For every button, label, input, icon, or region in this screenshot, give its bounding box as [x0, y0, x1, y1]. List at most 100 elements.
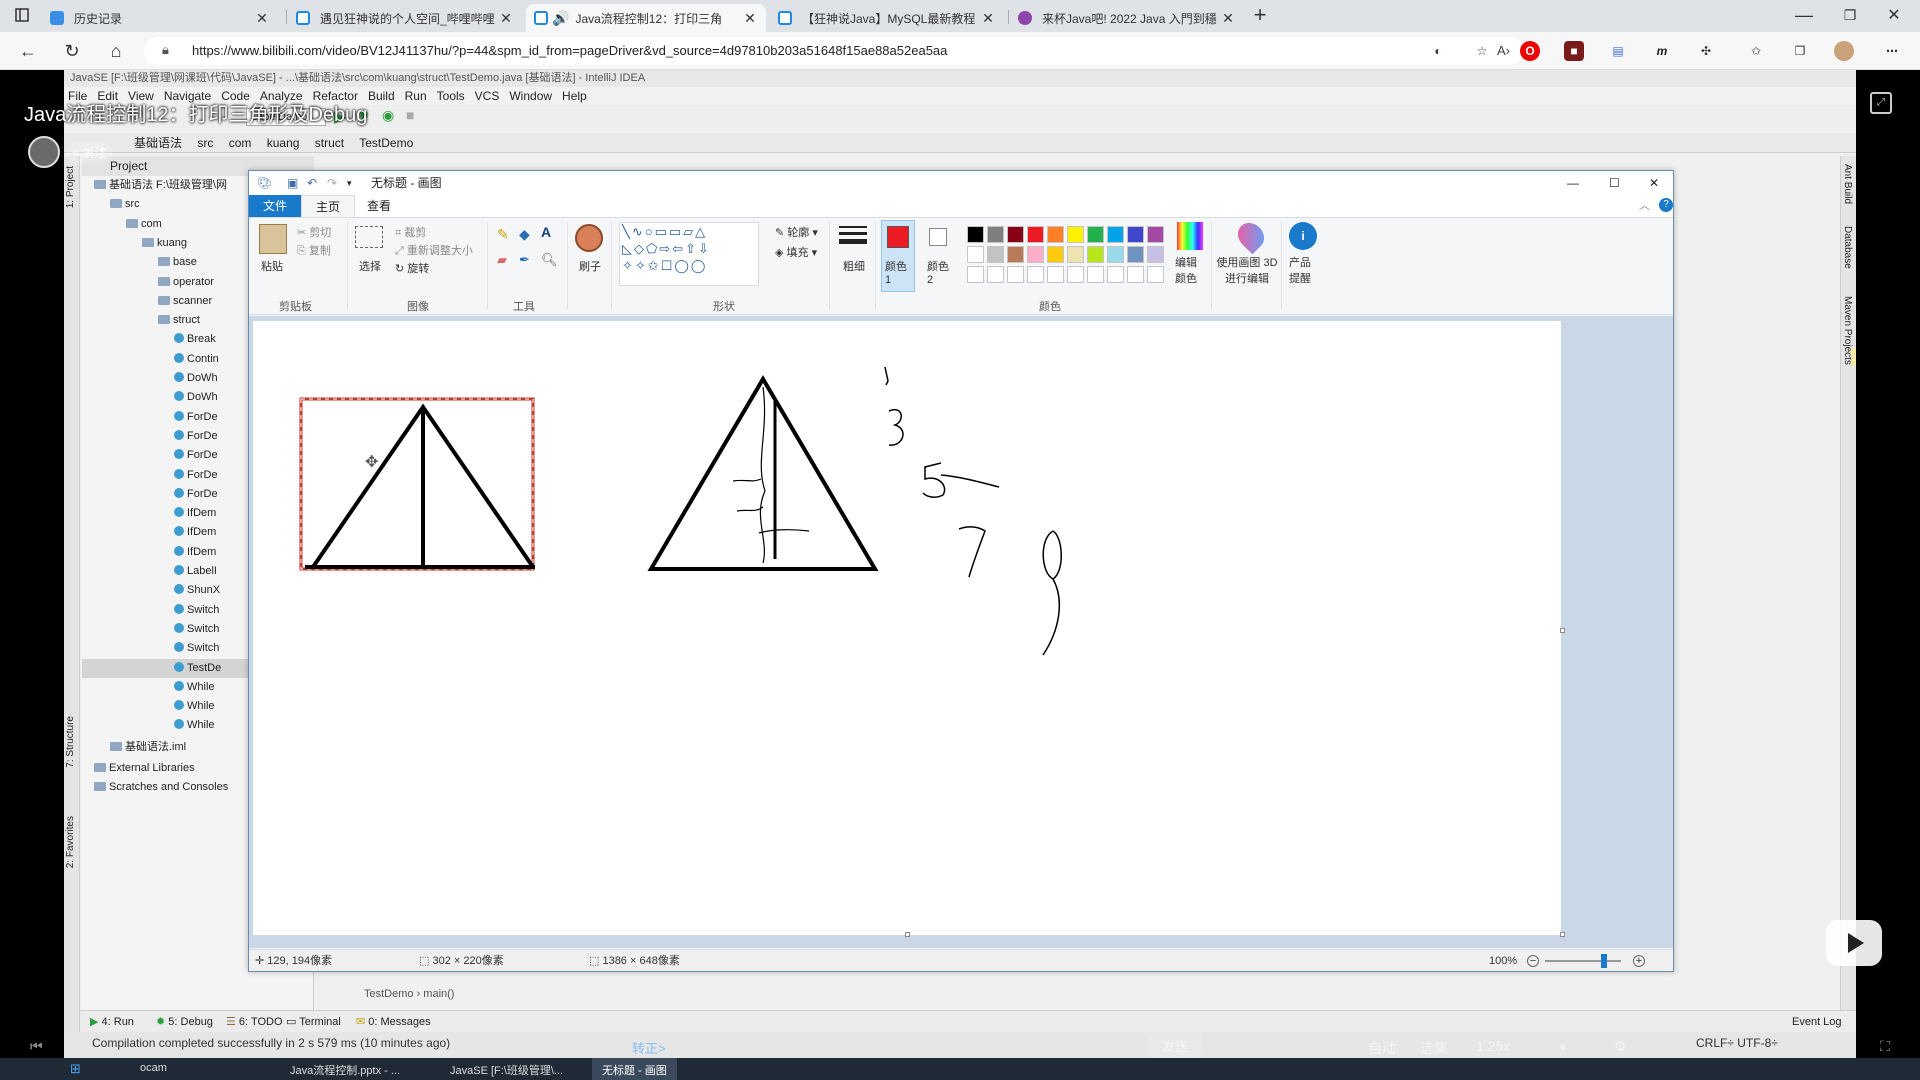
brushes-button[interactable]: 刷子 — [579, 258, 601, 274]
puzzle-icon[interactable]: ✣ — [1696, 41, 1716, 61]
zoom-out-icon[interactable]: − — [1527, 955, 1539, 967]
zoom-in-icon[interactable]: + — [1633, 955, 1645, 967]
auto-quality-button[interactable]: 自动 — [1368, 1038, 1396, 1058]
minimize-icon[interactable]: — — [1567, 171, 1579, 195]
tab-home[interactable]: 主页 — [301, 195, 356, 217]
profile-avatar[interactable] — [1834, 41, 1854, 61]
reader-icon[interactable]: ▤ — [1608, 41, 1628, 61]
palette-swatch[interactable] — [987, 226, 1004, 243]
picture-in-picture-icon[interactable]: ⤢ — [1870, 92, 1892, 114]
back-arrow-icon[interactable]: ← — [14, 38, 42, 64]
paste-icon[interactable] — [259, 224, 287, 254]
color-picker-icon[interactable]: ✒ — [519, 252, 530, 268]
palette-swatch[interactable] — [967, 226, 984, 243]
palette-swatch[interactable] — [1027, 226, 1044, 243]
speed-button[interactable]: 1.25x — [1476, 1038, 1510, 1054]
pencil-icon[interactable]: ✎ — [497, 226, 509, 243]
crumb-kuang[interactable]: kuang — [267, 136, 300, 150]
fullscreen-icon[interactable]: ⛶ — [1880, 1038, 1890, 1055]
close-icon[interactable]: ✕ — [980, 10, 996, 27]
fill-icon[interactable]: ◆ — [519, 226, 530, 243]
canvas-resize-handle[interactable] — [1560, 932, 1565, 937]
tab-actions-icon[interactable] — [8, 2, 36, 28]
copy-button[interactable]: ⎘ 复制 — [297, 242, 331, 258]
menu-build[interactable]: Build — [368, 87, 395, 105]
palette-swatch[interactable] — [967, 246, 984, 263]
paste-button[interactable]: 粘贴 — [261, 258, 283, 274]
select-button[interactable]: 选择 — [359, 258, 381, 274]
palette-swatch[interactable] — [1047, 246, 1064, 263]
palette-swatch[interactable] — [1007, 226, 1024, 243]
size-button[interactable]: 粗细 — [843, 258, 865, 274]
tab-current-video[interactable]: 🔊 Java流程控制12：打印三角 ✕ — [526, 4, 766, 32]
minimize-icon[interactable]: — — [1790, 2, 1818, 28]
crumb-module[interactable]: 基础语法 — [134, 136, 182, 150]
quick-access-dropdown-icon[interactable]: ▾ — [347, 171, 352, 195]
stop-icon[interactable]: ■ — [406, 107, 414, 123]
send-danmaku-button[interactable]: 发送 — [1148, 1034, 1203, 1057]
custom-color-slot[interactable] — [1107, 266, 1124, 283]
palette-swatch[interactable] — [1087, 246, 1104, 263]
tab-uploader-space[interactable]: 遇见狂神说的个人空间_哔哩哔哩 ✕ — [288, 4, 522, 32]
collapse-ribbon-icon[interactable]: ︿ — [1639, 197, 1650, 213]
cut-button[interactable]: ✂ 剪切 — [297, 224, 331, 240]
magnifier-icon[interactable]: 🔍︎ — [541, 252, 558, 268]
custom-color-slot[interactable] — [1087, 266, 1104, 283]
collections-icon[interactable]: ❐ — [1790, 41, 1810, 61]
close-icon[interactable]: ✕ — [742, 10, 758, 27]
crop-button[interactable]: ⌗ 裁剪 — [395, 224, 426, 240]
fill-button[interactable]: ◈ 填充 ▾ — [775, 244, 817, 260]
brushes-icon[interactable] — [575, 224, 603, 252]
select-icon[interactable] — [355, 226, 383, 248]
favorites-tool-tab[interactable]: 2: Favorites — [65, 816, 76, 868]
home-icon[interactable]: ⌂ — [102, 38, 130, 64]
close-icon[interactable]: ✕ — [1220, 10, 1236, 27]
crumb-struct[interactable]: struct — [315, 136, 344, 150]
tab-file[interactable]: 文件 — [249, 195, 302, 217]
edit-colors-icon[interactable] — [1177, 222, 1203, 250]
canvas-resize-handle[interactable] — [905, 932, 910, 937]
play-button[interactable] — [1826, 920, 1882, 966]
palette-swatch[interactable] — [1107, 246, 1124, 263]
extension-m-icon[interactable]: m — [1652, 41, 1672, 61]
color2-swatch[interactable] — [929, 228, 947, 246]
speaker-icon[interactable]: 🔊 — [552, 10, 569, 27]
coverage-icon[interactable]: ◉ — [382, 107, 394, 124]
uploader-avatar[interactable] — [28, 136, 60, 168]
palette-swatch[interactable] — [987, 246, 1004, 263]
save-icon[interactable]: ▣ — [287, 171, 298, 195]
help-icon[interactable]: ? — [1659, 198, 1673, 212]
danmaku-etiquette-link[interactable]: 转正> — [632, 1038, 666, 1057]
outline-button[interactable]: ✎ 轮廓 ▾ — [775, 224, 818, 240]
tab-view[interactable]: 查看 — [353, 195, 405, 217]
canvas-resize-handle[interactable] — [1560, 628, 1565, 633]
palette-swatch[interactable] — [1107, 226, 1124, 243]
menu-help[interactable]: Help — [562, 87, 587, 105]
extension-icon[interactable]: ■ — [1564, 41, 1584, 61]
paint3d-button[interactable]: 使用画图 3D 进行编辑 — [1215, 254, 1279, 286]
custom-color-slot[interactable] — [1127, 266, 1144, 283]
tab-history[interactable]: 历史记录 ✕ — [42, 4, 278, 32]
zoom-slider-track[interactable] — [1545, 960, 1621, 962]
read-aloud-icon[interactable]: A› — [1497, 43, 1510, 58]
custom-color-slot[interactable] — [1067, 266, 1084, 283]
palette-swatch[interactable] — [1007, 246, 1024, 263]
prev-icon[interactable]: ⏮ — [30, 1038, 43, 1055]
zoom-slider-thumb[interactable] — [1601, 954, 1608, 968]
custom-color-slot[interactable] — [1147, 266, 1164, 283]
close-icon[interactable]: ✕ — [1649, 171, 1659, 195]
palette-swatch[interactable] — [1147, 246, 1164, 263]
custom-color-slot[interactable] — [987, 266, 1004, 283]
close-icon[interactable]: ✕ — [498, 10, 514, 27]
tab-java-2022[interactable]: 来杯Java吧! 2022 Java 入門到穩 ✕ — [1010, 4, 1244, 32]
rotate-button[interactable]: ↻ 旋转 — [395, 260, 429, 276]
size-icon[interactable] — [839, 226, 867, 250]
custom-color-slot[interactable] — [967, 266, 984, 283]
palette-swatch[interactable] — [1067, 246, 1084, 263]
address-bar[interactable]: 🔒︎ https://www.bilibili.com/video/BV12J4… — [144, 37, 1524, 65]
favorite-add-icon[interactable]: ☆ — [1472, 41, 1492, 61]
palette-swatch[interactable] — [1127, 246, 1144, 263]
palette-swatch[interactable] — [1067, 226, 1084, 243]
more-menu-icon[interactable]: ⋯ — [1882, 41, 1902, 61]
video-player[interactable]: JavaSE [F:\班级管理\网课班\代码\JavaSE] - ...\基础语… — [0, 70, 1920, 1080]
